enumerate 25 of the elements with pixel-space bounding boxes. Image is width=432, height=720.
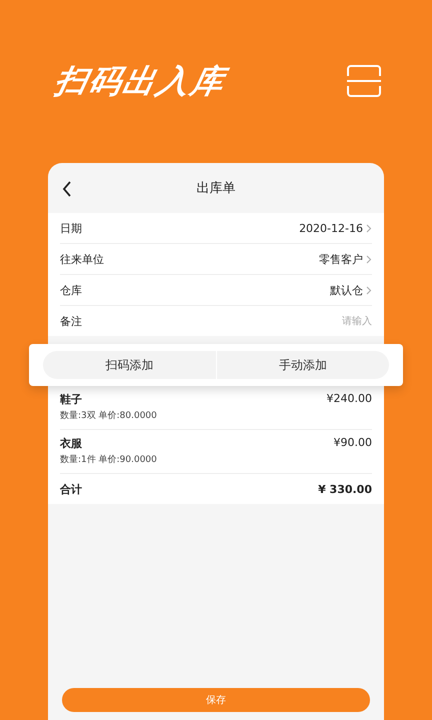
field-label: 仓库 bbox=[60, 282, 82, 298]
headline: 扫码出入库 bbox=[50, 61, 230, 102]
total-amount: ¥ 330.00 bbox=[318, 482, 372, 496]
screen-title: 出库单 bbox=[196, 180, 236, 197]
field-value[interactable]: 默认仓 bbox=[330, 282, 363, 298]
chevron-right-icon bbox=[366, 286, 372, 294]
chevron-right-icon bbox=[366, 224, 372, 232]
add-tab[interactable]: 扫码添加 bbox=[43, 351, 216, 379]
item-name: 衣服 bbox=[60, 436, 83, 451]
field-label: 往来单位 bbox=[60, 252, 104, 266]
field-value[interactable]: 零售客户 bbox=[319, 252, 363, 266]
chevron-right-icon bbox=[366, 254, 372, 264]
remark-field[interactable]: 请输入 bbox=[292, 316, 372, 326]
item-detail: 数量:1件 单价:90.0000 bbox=[60, 454, 157, 466]
back-icon[interactable] bbox=[62, 181, 72, 197]
item-amount: ¥90.00 bbox=[334, 436, 372, 449]
field-value[interactable]: 2020-12-16 bbox=[299, 222, 363, 234]
field-label: 日期 bbox=[60, 220, 82, 236]
item-detail: 数量:3双 单价:80.0000 bbox=[60, 410, 157, 422]
item-amount: ¥240.00 bbox=[326, 392, 372, 405]
field-label: 备注 bbox=[60, 314, 82, 328]
add-tab[interactable]: 手动添加 bbox=[216, 351, 389, 379]
total-label: 合计 bbox=[60, 482, 82, 496]
scan-icon[interactable] bbox=[346, 64, 382, 98]
item-name: 鞋子 bbox=[60, 392, 83, 407]
